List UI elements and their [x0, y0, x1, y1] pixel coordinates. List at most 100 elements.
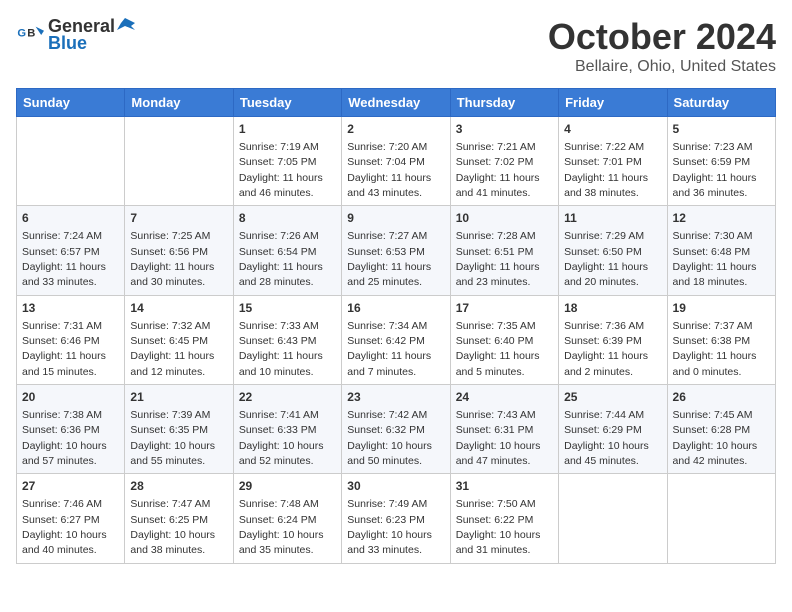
day-info: Sunrise: 7:38 AM Sunset: 6:36 PM Dayligh…: [22, 409, 107, 467]
day-cell: 2 Sunrise: 7:20 AM Sunset: 7:04 PM Daylig…: [342, 117, 450, 206]
day-number: 2: [347, 121, 444, 138]
header-thursday: Thursday: [450, 89, 558, 117]
day-cell: 17 Sunrise: 7:35 AM Sunset: 6:40 PM Dayli…: [450, 295, 558, 384]
header-row: Sunday Monday Tuesday Wednesday Thursday…: [17, 89, 776, 117]
day-info: Sunrise: 7:23 AM Sunset: 6:59 PM Dayligh…: [673, 141, 757, 199]
day-info: Sunrise: 7:44 AM Sunset: 6:29 PM Dayligh…: [564, 409, 649, 467]
day-cell: 31 Sunrise: 7:50 AM Sunset: 6:22 PM Dayli…: [450, 474, 558, 563]
day-info: Sunrise: 7:49 AM Sunset: 6:23 PM Dayligh…: [347, 498, 432, 556]
day-number: 23: [347, 389, 444, 406]
day-number: 4: [564, 121, 661, 138]
header-friday: Friday: [559, 89, 667, 117]
day-number: 27: [22, 478, 119, 495]
day-number: 31: [456, 478, 553, 495]
day-number: 12: [673, 210, 770, 227]
header: G B General Blue October 2024 Bellaire, …: [16, 16, 776, 76]
day-number: 5: [673, 121, 770, 138]
day-cell: 19 Sunrise: 7:37 AM Sunset: 6:38 PM Dayli…: [667, 295, 775, 384]
week-row-5: 27 Sunrise: 7:46 AM Sunset: 6:27 PM Dayli…: [17, 474, 776, 563]
day-cell: 24 Sunrise: 7:43 AM Sunset: 6:31 PM Dayli…: [450, 385, 558, 474]
day-cell: 11 Sunrise: 7:29 AM Sunset: 6:50 PM Dayli…: [559, 206, 667, 295]
day-cell: 18 Sunrise: 7:36 AM Sunset: 6:39 PM Dayli…: [559, 295, 667, 384]
day-cell: 27 Sunrise: 7:46 AM Sunset: 6:27 PM Dayli…: [17, 474, 125, 563]
day-cell: [667, 474, 775, 563]
day-cell: 4 Sunrise: 7:22 AM Sunset: 7:01 PM Daylig…: [559, 117, 667, 206]
day-cell: 25 Sunrise: 7:44 AM Sunset: 6:29 PM Dayli…: [559, 385, 667, 474]
day-number: 19: [673, 300, 770, 317]
day-info: Sunrise: 7:43 AM Sunset: 6:31 PM Dayligh…: [456, 409, 541, 467]
day-info: Sunrise: 7:22 AM Sunset: 7:01 PM Dayligh…: [564, 141, 648, 199]
day-number: 17: [456, 300, 553, 317]
day-number: 15: [239, 300, 336, 317]
day-info: Sunrise: 7:25 AM Sunset: 6:56 PM Dayligh…: [130, 230, 214, 288]
day-number: 6: [22, 210, 119, 227]
day-info: Sunrise: 7:20 AM Sunset: 7:04 PM Dayligh…: [347, 141, 431, 199]
day-number: 18: [564, 300, 661, 317]
day-info: Sunrise: 7:37 AM Sunset: 6:38 PM Dayligh…: [673, 320, 757, 378]
week-row-4: 20Sunrise: 7:38 AM Sunset: 6:36 PM Dayli…: [17, 385, 776, 474]
day-cell: 21 Sunrise: 7:39 AM Sunset: 6:35 PM Dayli…: [125, 385, 233, 474]
day-cell: 22Sunrise: 7:41 AM Sunset: 6:33 PM Dayli…: [233, 385, 341, 474]
day-cell: 13 Sunrise: 7:31 AM Sunset: 6:46 PM Dayli…: [17, 295, 125, 384]
day-cell: 23Sunrise: 7:42 AM Sunset: 6:32 PM Dayli…: [342, 385, 450, 474]
header-sunday: Sunday: [17, 89, 125, 117]
day-number: 16: [347, 300, 444, 317]
month-title: October 2024: [548, 16, 776, 58]
logo: G B General Blue: [16, 16, 135, 54]
day-number: 14: [130, 300, 227, 317]
day-info: Sunrise: 7:24 AM Sunset: 6:57 PM Dayligh…: [22, 230, 106, 288]
day-cell: 30Sunrise: 7:49 AM Sunset: 6:23 PM Dayli…: [342, 474, 450, 563]
svg-text:B: B: [27, 27, 35, 39]
day-cell: 12 Sunrise: 7:30 AM Sunset: 6:48 PM Dayli…: [667, 206, 775, 295]
day-cell: 26Sunrise: 7:45 AM Sunset: 6:28 PM Dayli…: [667, 385, 775, 474]
location-title: Bellaire, Ohio, United States: [548, 58, 776, 76]
week-row-3: 13 Sunrise: 7:31 AM Sunset: 6:46 PM Dayli…: [17, 295, 776, 384]
day-info: Sunrise: 7:50 AM Sunset: 6:22 PM Dayligh…: [456, 498, 541, 556]
day-info: Sunrise: 7:27 AM Sunset: 6:53 PM Dayligh…: [347, 230, 431, 288]
day-number: 26: [673, 389, 770, 406]
day-number: 13: [22, 300, 119, 317]
day-info: Sunrise: 7:28 AM Sunset: 6:51 PM Dayligh…: [456, 230, 540, 288]
header-wednesday: Wednesday: [342, 89, 450, 117]
day-info: Sunrise: 7:33 AM Sunset: 6:43 PM Dayligh…: [239, 320, 323, 378]
day-info: Sunrise: 7:36 AM Sunset: 6:39 PM Dayligh…: [564, 320, 648, 378]
header-saturday: Saturday: [667, 89, 775, 117]
day-number: 1: [239, 121, 336, 138]
day-number: 8: [239, 210, 336, 227]
day-info: Sunrise: 7:29 AM Sunset: 6:50 PM Dayligh…: [564, 230, 648, 288]
day-number: 25: [564, 389, 661, 406]
day-info: Sunrise: 7:41 AM Sunset: 6:33 PM Dayligh…: [239, 409, 324, 467]
day-info: Sunrise: 7:46 AM Sunset: 6:27 PM Dayligh…: [22, 498, 107, 556]
day-cell: 29Sunrise: 7:48 AM Sunset: 6:24 PM Dayli…: [233, 474, 341, 563]
day-info: Sunrise: 7:31 AM Sunset: 6:46 PM Dayligh…: [22, 320, 106, 378]
header-monday: Monday: [125, 89, 233, 117]
day-cell: 20Sunrise: 7:38 AM Sunset: 6:36 PM Dayli…: [17, 385, 125, 474]
calendar-body: 1 Sunrise: 7:19 AM Sunset: 7:05 PM Daylig…: [17, 117, 776, 564]
day-number: 7: [130, 210, 227, 227]
day-number: 21: [130, 389, 227, 406]
day-cell: 15 Sunrise: 7:33 AM Sunset: 6:43 PM Dayli…: [233, 295, 341, 384]
day-info: Sunrise: 7:34 AM Sunset: 6:42 PM Dayligh…: [347, 320, 431, 378]
day-cell: 9Sunrise: 7:27 AM Sunset: 6:53 PM Daylig…: [342, 206, 450, 295]
week-row-1: 1 Sunrise: 7:19 AM Sunset: 7:05 PM Daylig…: [17, 117, 776, 206]
svg-text:G: G: [17, 27, 26, 39]
day-number: 10: [456, 210, 553, 227]
title-area: October 2024 Bellaire, Ohio, United Stat…: [548, 16, 776, 76]
day-cell: 6 Sunrise: 7:24 AM Sunset: 6:57 PM Daylig…: [17, 206, 125, 295]
day-info: Sunrise: 7:30 AM Sunset: 6:48 PM Dayligh…: [673, 230, 757, 288]
day-cell: 16 Sunrise: 7:34 AM Sunset: 6:42 PM Dayli…: [342, 295, 450, 384]
day-cell: [17, 117, 125, 206]
day-info: Sunrise: 7:39 AM Sunset: 6:35 PM Dayligh…: [130, 409, 215, 467]
day-info: Sunrise: 7:21 AM Sunset: 7:02 PM Dayligh…: [456, 141, 540, 199]
day-number: 3: [456, 121, 553, 138]
day-number: 11: [564, 210, 661, 227]
day-info: Sunrise: 7:32 AM Sunset: 6:45 PM Dayligh…: [130, 320, 214, 378]
week-row-2: 6 Sunrise: 7:24 AM Sunset: 6:57 PM Daylig…: [17, 206, 776, 295]
day-cell: 28Sunrise: 7:47 AM Sunset: 6:25 PM Dayli…: [125, 474, 233, 563]
day-number: 24: [456, 389, 553, 406]
day-info: Sunrise: 7:35 AM Sunset: 6:40 PM Dayligh…: [456, 320, 540, 378]
calendar-header: Sunday Monday Tuesday Wednesday Thursday…: [17, 89, 776, 117]
day-cell: 5 Sunrise: 7:23 AM Sunset: 6:59 PM Daylig…: [667, 117, 775, 206]
day-cell: 1 Sunrise: 7:19 AM Sunset: 7:05 PM Daylig…: [233, 117, 341, 206]
day-info: Sunrise: 7:19 AM Sunset: 7:05 PM Dayligh…: [239, 141, 323, 199]
